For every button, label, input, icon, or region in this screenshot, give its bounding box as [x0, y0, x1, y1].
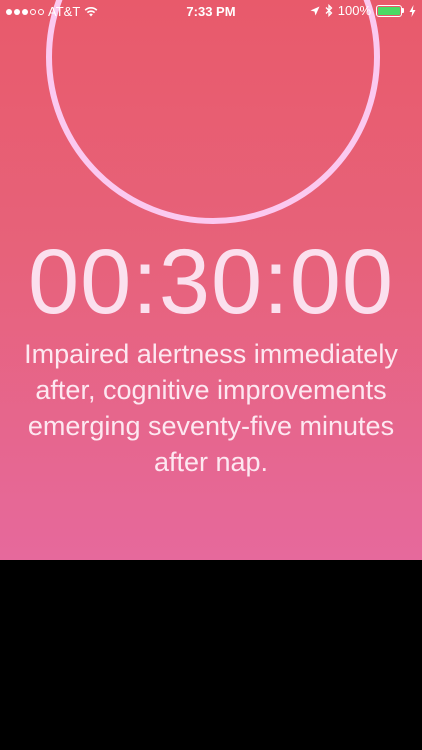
battery-percent: 100%: [337, 3, 371, 18]
timer-display: 00:30:00: [27, 231, 395, 333]
location-arrow-icon: [310, 6, 320, 15]
status-right: 100%: [310, 3, 416, 18]
nap-description: Impaired alertness immediately after, co…: [24, 339, 398, 477]
battery-icon: [376, 4, 404, 17]
status-bar: AT&T 7:33 PM 100%: [0, 0, 422, 22]
charging-bolt-icon: [409, 4, 416, 17]
timer-progress-ring[interactable]: [46, 0, 380, 224]
battery-fill: [378, 6, 400, 15]
bluetooth-icon: [325, 4, 333, 17]
nap-timer-view: AT&T 7:33 PM 100% 00:30:00 Impaired aler…: [0, 0, 422, 560]
battery-body: [376, 4, 402, 17]
battery-tip: [402, 8, 404, 13]
screen: AT&T 7:33 PM 100% 00:30:00 Impaired aler…: [0, 0, 422, 750]
